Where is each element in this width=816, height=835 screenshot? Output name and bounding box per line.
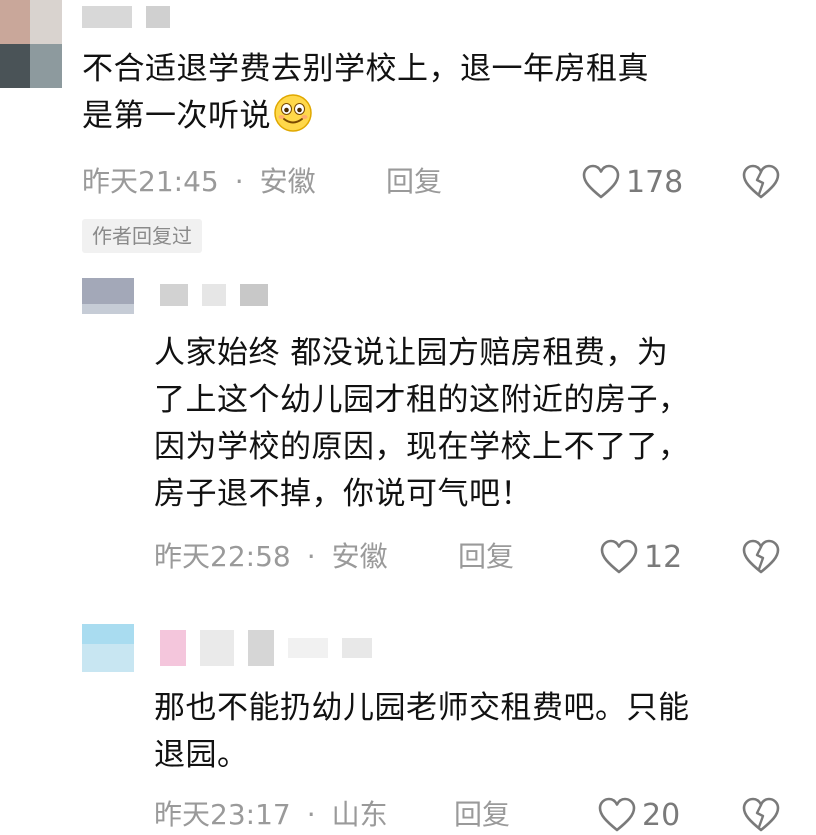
comment-text-line: 是第一次听说 [82, 93, 649, 140]
heart-outline-icon [582, 164, 620, 199]
broken-heart-icon[interactable] [742, 797, 780, 833]
reply-button[interactable]: 回复 [454, 795, 510, 835]
like-count: 12 [644, 539, 683, 575]
comment-time: 昨天21:45 [82, 165, 219, 198]
comment-location: 山东 [331, 798, 388, 831]
reply-button[interactable]: 回复 [458, 537, 514, 577]
comment-location: 安徽 [331, 540, 388, 573]
username-blurred[interactable] [160, 284, 268, 306]
username-blurred[interactable] [160, 628, 372, 668]
author-replied-badge: 作者回复过 [82, 219, 202, 253]
avatar[interactable] [0, 0, 62, 88]
meta-separator: · [306, 798, 316, 831]
comment-text-line: 人家始终 都没说让园方赔房租费，为 [154, 335, 669, 371]
comment-text-line: 因为学校的原因，现在学校上不了了， [154, 429, 690, 465]
comment-text-line: 房子退不掉，你说可气吧！ [154, 476, 532, 512]
comment-text: 人家始终 都没说让园方赔房租费，为 了上这个幼儿园才租的这附近的房子， 因为学校… [154, 330, 690, 518]
broken-heart-icon[interactable] [742, 539, 780, 575]
meta-separator: · [306, 540, 316, 573]
comment-time: 昨天22:58 [154, 540, 291, 573]
comment-text: 不合适退学费去别学校上，退一年房租真 是第一次听说 [82, 46, 649, 140]
like-button[interactable]: 178 [582, 162, 683, 202]
comment-meta: 昨天23:17 · 山东 [154, 795, 388, 835]
reply-button[interactable]: 回复 [386, 162, 442, 202]
comment-location: 安徽 [259, 165, 316, 198]
comment-meta: 昨天21:45 · 安徽 [82, 162, 316, 202]
comment-1: 不合适退学费去别学校上，退一年房租真 是第一次听说 昨天21:45 · 安徽 回… [0, 0, 816, 260]
comment-text-line: 那也不能扔幼儿园老师交租费吧。只能 [154, 690, 690, 726]
comment-text-line: 不合适退学费去别学校上，退一年房租真 [82, 51, 649, 87]
comment-text-line: 了上这个幼儿园才租的这附近的房子， [154, 382, 690, 418]
heart-outline-icon [600, 539, 638, 574]
like-button[interactable]: 12 [600, 537, 682, 577]
avatar[interactable] [82, 278, 134, 314]
smiling-face-emoji-icon [274, 94, 312, 132]
broken-heart-icon[interactable] [742, 164, 780, 200]
meta-separator: · [234, 165, 244, 198]
comment-text-line: 退园。 [154, 737, 249, 773]
username-blurred[interactable] [82, 6, 170, 28]
like-count: 178 [626, 164, 684, 200]
comment-meta: 昨天22:58 · 安徽 [154, 537, 388, 577]
comment-time: 昨天23:17 [154, 798, 291, 831]
comment-text: 那也不能扔幼儿园老师交租费吧。只能 退园。 [154, 685, 690, 779]
avatar[interactable] [82, 624, 134, 672]
like-count: 20 [642, 797, 681, 833]
heart-outline-icon [598, 797, 636, 832]
like-button[interactable]: 20 [598, 795, 680, 835]
